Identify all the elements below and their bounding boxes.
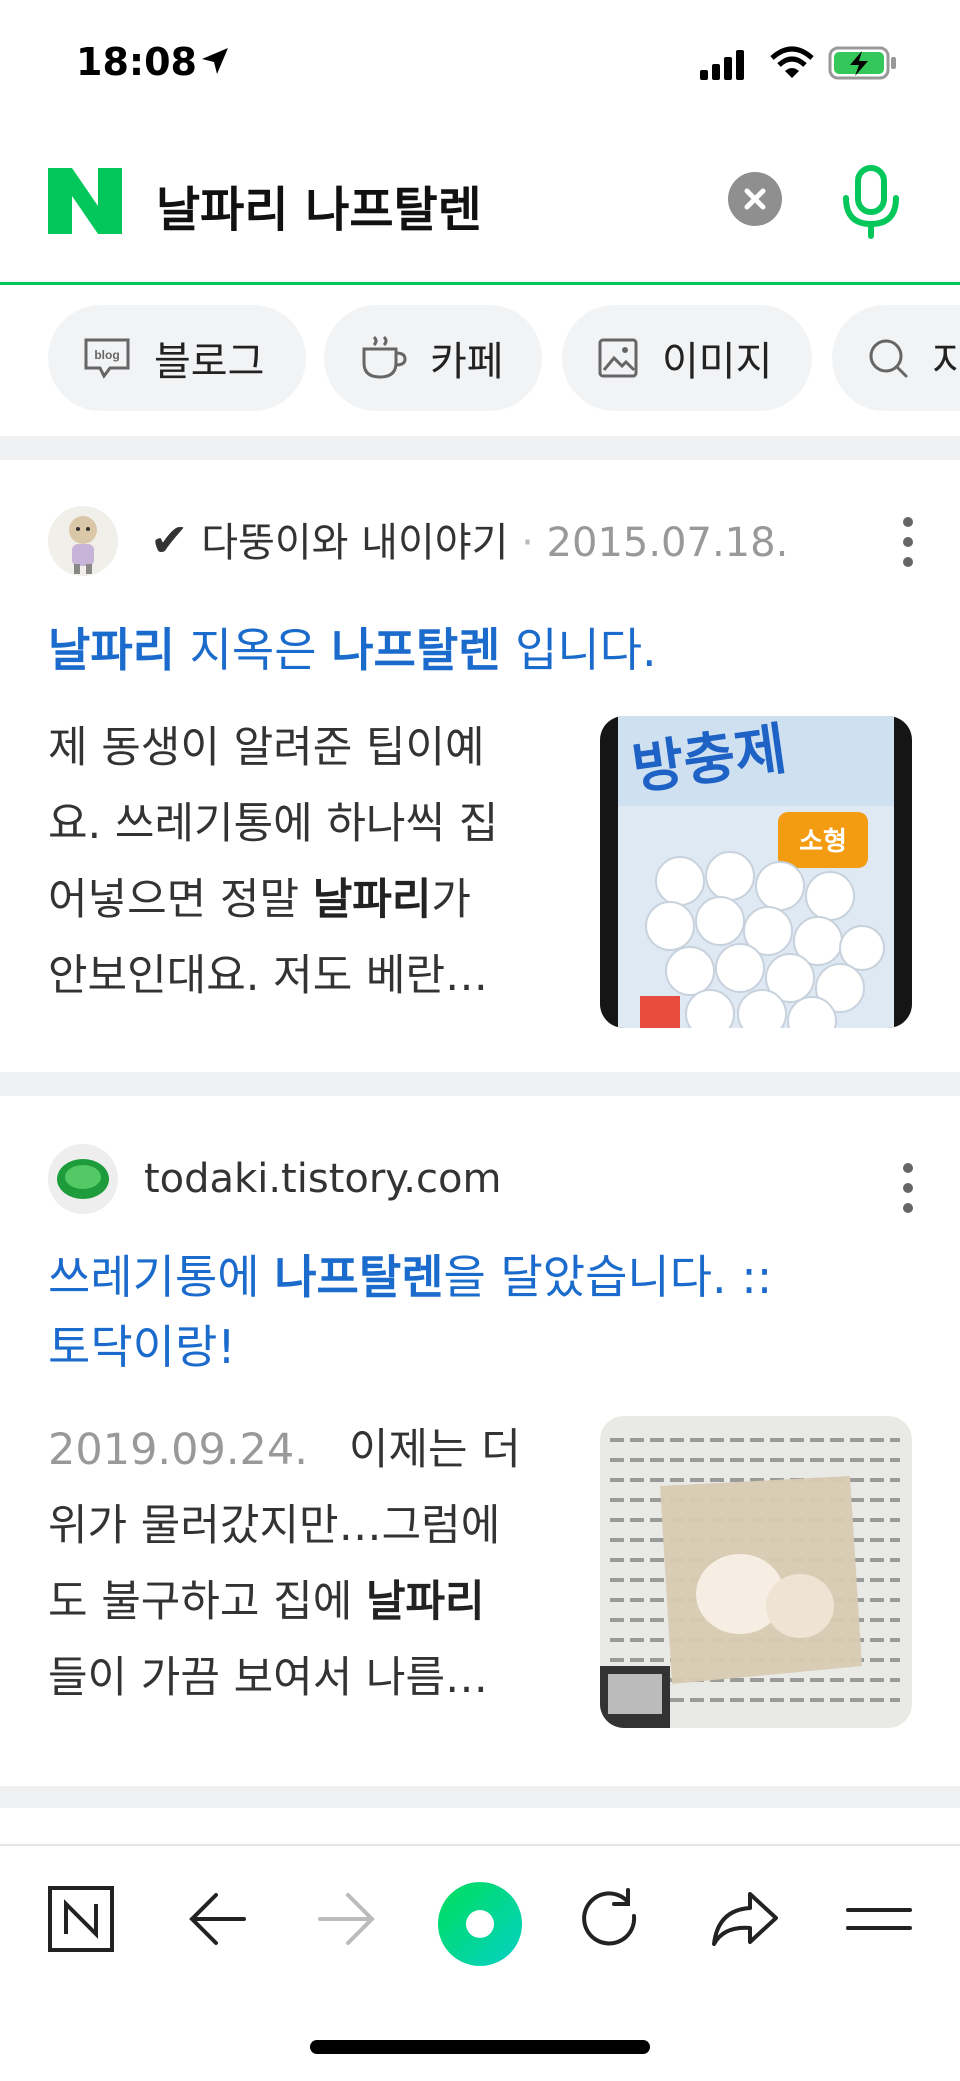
refresh-button[interactable] <box>578 1886 644 1956</box>
filter-blog[interactable]: blog 블로그 <box>48 305 306 411</box>
result-title-link[interactable]: 쓰레기통에 나프탈렌을 달았습니다. :: 토닥이랑! <box>48 1242 878 1382</box>
filter-label: 지 <box>932 339 960 385</box>
section-divider <box>0 436 960 460</box>
title-text: 입니다. <box>500 623 657 677</box>
result-snippet: 제 동생이 알려준 팁이예 요. 쓰레기통에 하나씩 집 어넣으면 정말 날파리… <box>48 710 558 1014</box>
title-line: 토닥이랑! <box>48 1320 236 1374</box>
share-icon <box>712 1892 778 1946</box>
title-highlight: 날파리 <box>48 623 175 677</box>
post-date: 2019.09.24. <box>48 1425 308 1475</box>
section-divider <box>0 1072 960 1096</box>
snippet-highlight: 날파리 <box>365 1577 485 1627</box>
snippet-line: 위가 물러갔지만…그럼에 <box>48 1501 501 1551</box>
title-text: 을 달았습니다. :: <box>443 1250 773 1304</box>
avatar[interactable] <box>48 506 118 576</box>
home-indicator <box>310 2040 650 2054</box>
naver-home-button[interactable] <box>48 1886 114 1956</box>
menu-icon <box>846 1908 912 1930</box>
more-options-icon[interactable] <box>896 1158 920 1218</box>
back-arrow-icon <box>189 1893 246 1945</box>
menu-button[interactable] <box>846 1886 912 1956</box>
snippet-text: 가 <box>431 875 471 925</box>
thumb-badge: 소형 <box>799 827 847 857</box>
result-snippet: 2019.09.24. 이제는 더 위가 물러갔지만…그럼에 도 불구하고 집에… <box>48 1412 558 1716</box>
snippet-line: 들이 가끔 보여서 나름… <box>48 1653 489 1703</box>
naver-logo-icon[interactable] <box>48 168 122 234</box>
filter-more[interactable]: 지 <box>832 305 960 411</box>
battery-charging-icon <box>828 46 896 80</box>
close-icon <box>744 188 766 210</box>
forward-button[interactable] <box>316 1886 378 1956</box>
search-input[interactable]: 날파리 나프탈렌 <box>156 170 482 240</box>
naver-home-icon <box>48 1886 114 1952</box>
search-icon <box>866 336 910 380</box>
post-date: 2015.07.18. <box>546 520 789 566</box>
status-bar: 18:08 <box>0 0 960 130</box>
source-site[interactable]: todaki.tistory.com <box>144 1156 501 1202</box>
signal-icon <box>700 50 744 80</box>
verified-check-icon: ✔ <box>150 513 189 567</box>
back-button[interactable] <box>186 1886 248 1956</box>
green-dot-button[interactable] <box>436 1880 524 1972</box>
blog-icon: blog <box>82 336 132 380</box>
author-name: 다뚱이와 내이야기 <box>201 520 509 566</box>
snippet-text: 이제는 더 <box>348 1425 521 1475</box>
wifi-icon <box>770 46 814 78</box>
filter-image[interactable]: 이미지 <box>562 305 812 411</box>
snippet-line: 2019.09.24. 이제는 더 <box>48 1412 558 1488</box>
title-line: 쓰레기통에 나프탈렌을 달았습니다. :: <box>48 1242 878 1312</box>
svg-text:blog: blog <box>94 348 119 362</box>
cafe-cup-icon <box>358 333 408 383</box>
source-line[interactable]: ✔ 다뚱이와 내이야기 · 2015.07.18. <box>150 510 788 568</box>
separator: · <box>521 520 534 566</box>
microphone-icon[interactable] <box>836 162 906 242</box>
result-thumbnail[interactable] <box>600 1416 912 1728</box>
snippet-text: 도 불구하고 집에 <box>48 1577 366 1627</box>
snippet-line: 어넣으면 정말 날파리가 <box>48 862 558 938</box>
result-card-1: ✔ 다뚱이와 내이야기 · 2015.07.18. 날파리 지옥은 나프탈렌 입… <box>0 460 960 1072</box>
filter-cafe[interactable]: 카페 <box>324 305 542 411</box>
filter-label: 이미지 <box>662 339 773 385</box>
green-dot-icon <box>438 1882 522 1966</box>
status-time: 18:08 <box>76 40 197 84</box>
filter-label: 카페 <box>430 339 504 385</box>
filter-chips: blog 블로그 카페 이미지 지 <box>0 305 960 415</box>
title-text: 쓰레기통에 <box>48 1250 275 1304</box>
snippet-text: 어넣으면 정말 <box>48 875 313 925</box>
title-text: 지옥은 <box>174 623 332 677</box>
result-title-link[interactable]: 날파리 지옥은 나프탈렌 입니다. <box>48 616 878 684</box>
image-icon <box>596 336 640 380</box>
refresh-icon <box>582 1888 637 1946</box>
more-options-icon[interactable] <box>896 512 920 572</box>
forward-arrow-icon <box>318 1893 375 1945</box>
title-highlight: 나프탈렌 <box>274 1250 444 1304</box>
share-button[interactable] <box>710 1886 780 1956</box>
location-arrow-icon <box>202 48 228 74</box>
result-thumbnail[interactable]: 방충제 소형 <box>600 716 912 1028</box>
title-highlight: 나프탈렌 <box>331 623 501 677</box>
snippet-line: 도 불구하고 집에 날파리 <box>48 1564 558 1640</box>
search-bar: 날파리 나프탈렌 <box>0 150 960 285</box>
clear-search-button[interactable] <box>728 172 782 226</box>
section-divider <box>0 1786 960 1808</box>
result-card-2: todaki.tistory.com 쓰레기통에 나프탈렌을 달았습니다. ::… <box>0 1096 960 1786</box>
site-favicon[interactable] <box>48 1144 118 1214</box>
filter-label: 블로그 <box>154 339 265 385</box>
snippet-highlight: 날파리 <box>312 875 432 925</box>
snippet-line: 제 동생이 알려준 팁이예 <box>48 723 485 773</box>
snippet-line: 요. 쓰레기통에 하나씩 집 <box>48 799 499 849</box>
snippet-line: 안보인대요. 저도 베란… <box>48 951 489 1001</box>
